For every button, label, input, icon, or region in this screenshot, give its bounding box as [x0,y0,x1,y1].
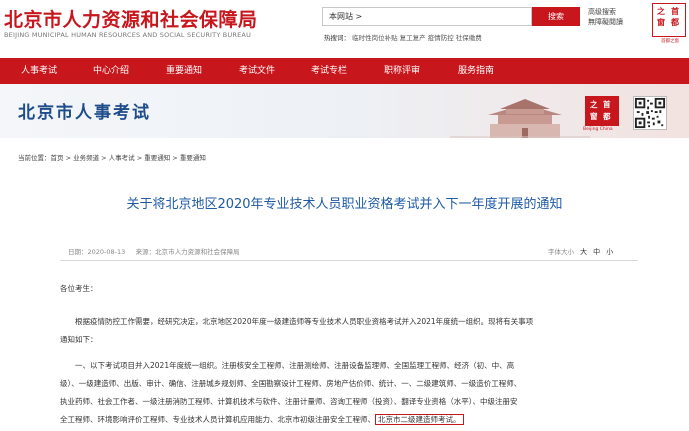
advanced-search-links: 高级搜索 無障礙閱讀 [588,7,623,27]
seal-char: 之 [657,7,665,16]
banner-seal-caption: Beijing China [583,127,613,132]
nav-item-documents[interactable]: 考试文件 [226,58,288,84]
nav-item-columns[interactable]: 考试专栏 [298,58,360,84]
banner-seal-logo: 首 都 之 窗 [585,96,619,126]
top-header: 北京市人力资源和社会保障局 BEIJING MUNICIPAL HUMAN RE… [0,0,689,56]
font-size-large-button[interactable]: 大 [580,248,587,256]
hot-search-words: 热搜词： 临时性岗位补贴 复工复产 疫情防控 社保缴费 [324,32,482,42]
article-paragraph-2-line4: 全工程师、环境影响评价工程师、专业技术人员计算机应用能力、北京市初级注册安全工程… [60,410,640,430]
paragraph-line: 全工程师、环境影响评价工程师、专业技术人员计算机应用能力、北京市初级注册安全工程… [60,415,375,424]
seal-char: 首 [671,7,679,16]
highlighted-exam-item: 北京市二级建造师考试。 [375,414,464,425]
article-source: 来源：北京市人力资源和社会保障局 [135,248,240,256]
article-meta: 日期：2020-08-13 来源：北京市人力资源和社会保障局 [68,246,240,256]
breadcrumb[interactable]: 当前位置：首页 > 业务频道 > 人事考试 > 重要通知 > 重要通知 [18,152,206,162]
article-paragraph-2: 一、以下考试项目并入2021年度统一组织。注册核安全工程师、注册测绘师、注册设备… [60,356,640,376]
seal-char: 都 [671,18,679,27]
search-input[interactable] [322,7,532,26]
article-paragraph-1: 根据疫情防控工作需要，经研究决定，北京地区2020年度一级建造师等专业技术人员职… [60,312,640,332]
paragraph-line: 通知如下： [60,335,98,344]
accessible-reading-link[interactable]: 無障礙閱讀 [588,17,623,27]
seal-caption: 首都之窗 [661,39,679,44]
paragraph-line: 执业药师、社会工作者、一级注册消防工程师、计算机技术与软件、注册计量师、咨询工程… [60,397,518,406]
site-logo-title[interactable]: 北京市人力资源和社会保障局 [4,5,258,32]
article-greeting: 各位考生： [60,284,98,293]
hot-search-label: 热搜词： [324,34,350,42]
nav-item-guide[interactable]: 服务指南 [445,58,507,84]
nav-item-about[interactable]: 中心介绍 [80,58,142,84]
main-nav: 人事考试 中心介绍 重要通知 考试文件 考试专栏 职称评审 服务指南 [0,58,689,84]
search-button[interactable]: 搜索 [532,7,580,26]
nav-item-exam[interactable]: 人事考试 [8,58,70,84]
paragraph-line: 一、以下考试项目并入2021年度统一组织。注册核安全工程师、注册测绘师、注册设备… [75,361,515,370]
nav-item-titles[interactable]: 职称评审 [371,58,433,84]
paragraph-line: 级）、一级建造师、出版、审计、确信、注册城乡规划师、全国勘察设计工程师、房地产估… [60,379,522,388]
qr-code-icon[interactable] [633,96,667,130]
article-paragraph-2-line3: 执业药师、社会工作者、一级注册消防工程师、计算机技术与软件、注册计量师、咨询工程… [60,392,640,412]
paragraph-line-wrap: 全工程师、环境影响评价工程师、专业技术人员计算机应用能力、北京市初级注册安全工程… [60,410,640,430]
font-size-control: 字体大小 大 中 小 [548,246,613,257]
font-size-label: 字体大小 [548,248,574,256]
advanced-search-link[interactable]: 高级搜索 [588,7,623,17]
seal-char: 窗 [657,18,665,27]
meta-divider [60,260,638,261]
article-paragraph-2-line2: 级）、一级建造师、出版、审计、确信、注册城乡规划师、全国勘察设计工程师、房地产估… [60,374,640,394]
banner-title: 北京市人事考试 [18,103,151,123]
hot-search-list[interactable]: 临时性岗位补贴 复工复产 疫情防控 社保缴费 [352,34,482,42]
tiananmen-illustration [450,99,590,138]
article-title: 关于将北京地区2020年专业技术人员职业资格考试并入下一年度开展的通知 [126,197,563,212]
article-paragraph-1-cont: 通知如下： [60,330,640,350]
seal-char: 窗 [590,112,598,121]
font-size-medium-button[interactable]: 中 [593,248,600,256]
seal-char: 首 [603,100,611,109]
font-size-small-button[interactable]: 小 [606,248,613,256]
seal-char: 都 [603,112,611,121]
nav-item-notices[interactable]: 重要通知 [153,58,215,84]
site-logo-subtitle: BEIJING MUNICIPAL HUMAN RESOURCES AND SO… [4,31,252,39]
article-date: 日期：2020-08-13 [68,248,126,256]
seal-char: 之 [590,100,598,109]
section-banner: 北京市人事考试 首 都 之 窗 Beijing China [0,84,689,138]
paragraph-line: 根据疫情防控工作需要，经研究决定，北京地区2020年度一级建造师等专业技术人员职… [75,317,534,326]
capital-window-logo[interactable]: 首 都 之 窗 首都之窗 [652,3,686,44]
